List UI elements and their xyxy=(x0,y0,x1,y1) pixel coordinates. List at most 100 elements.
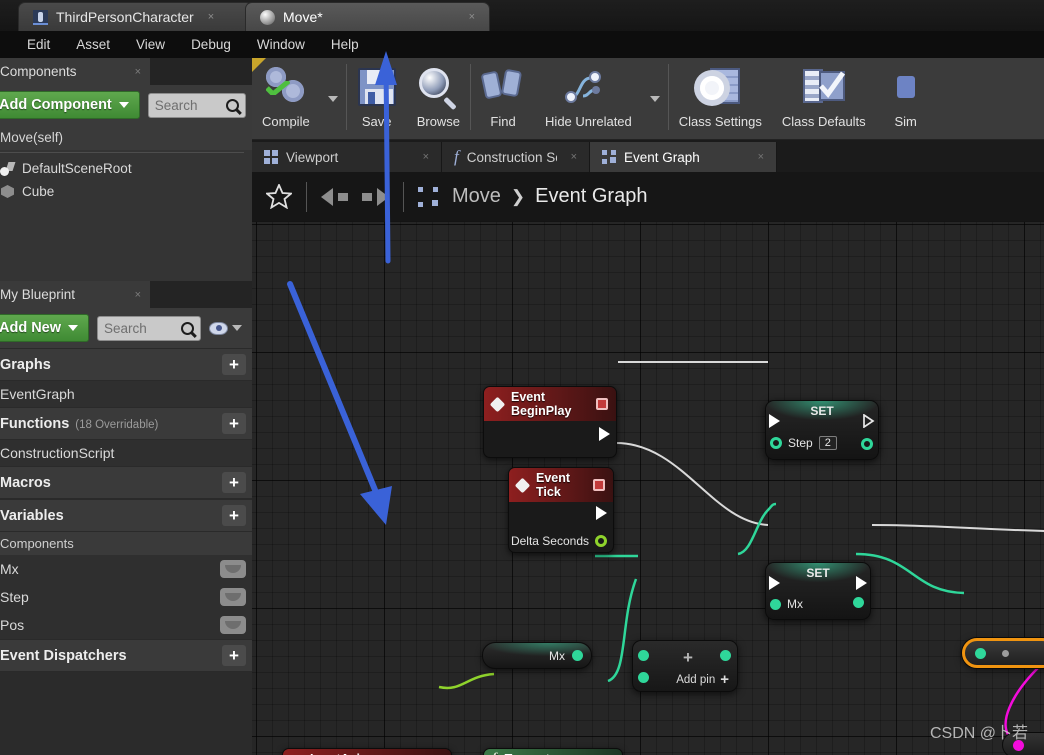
components-search-input[interactable]: Search xyxy=(147,92,246,118)
forward-button[interactable] xyxy=(362,187,389,206)
add-pin-label: Add pin xyxy=(676,673,716,686)
variable-type-pill-icon[interactable] xyxy=(220,560,246,578)
tab-construction-script[interactable]: f Construction Scrip × xyxy=(442,142,590,172)
close-icon[interactable]: × xyxy=(135,289,141,301)
list-item-variable-pos[interactable]: Pos xyxy=(0,611,252,639)
node-set-step[interactable]: SET Step 2 xyxy=(765,400,879,460)
breadcrumb-root[interactable]: Move xyxy=(452,185,501,208)
exec-out-pin[interactable] xyxy=(599,427,610,441)
node-truncate[interactable]: f Truncate A Return Value xyxy=(483,748,623,755)
myblueprint-search-input[interactable]: Search xyxy=(97,315,201,341)
input-pin[interactable] xyxy=(975,647,986,659)
close-icon[interactable]: × xyxy=(571,151,577,163)
node-header: Event BeginPlay xyxy=(484,387,616,421)
panel-tab-components[interactable]: Components × xyxy=(0,58,150,85)
back-button[interactable] xyxy=(321,187,348,206)
section-header-macros[interactable]: Macros + xyxy=(0,466,252,499)
node-set-mx[interactable]: SET Mx xyxy=(765,562,871,620)
output-pin[interactable] xyxy=(720,650,731,661)
add-component-button[interactable]: Add Component xyxy=(0,91,140,119)
out-value-pin[interactable] xyxy=(861,438,873,450)
class-defaults-button[interactable]: Class Defaults xyxy=(772,58,876,140)
menu-item-edit[interactable]: Edit xyxy=(14,34,63,55)
menu-item-asset[interactable]: Asset xyxy=(63,34,123,55)
exec-out-pin[interactable] xyxy=(596,506,607,520)
components-self-row[interactable]: Move(self) xyxy=(0,125,252,150)
node-header: InputAxis MoveForward xyxy=(283,749,451,755)
add-function-button[interactable]: + xyxy=(222,413,246,434)
breadcrumb: Move ❯ Event Graph xyxy=(252,172,1044,222)
section-header-graphs[interactable]: Graphs + xyxy=(0,348,252,381)
float-pin-icon[interactable] xyxy=(595,535,607,547)
find-button[interactable]: Find xyxy=(471,58,535,140)
add-graph-button[interactable]: + xyxy=(222,354,246,375)
node-event-beginplay[interactable]: Event BeginPlay xyxy=(483,386,617,458)
menu-item-window[interactable]: Window xyxy=(244,34,318,55)
component-item-cube[interactable]: Cube xyxy=(0,180,252,203)
window-tab-thirdpersoncharacter[interactable]: ThirdPersonCharacter × xyxy=(18,2,253,31)
star-icon[interactable] xyxy=(266,184,292,209)
menu-item-view[interactable]: View xyxy=(123,34,178,55)
section-header-event-dispatchers[interactable]: Event Dispatchers + xyxy=(0,639,252,672)
breadcrumb-current: Event Graph xyxy=(535,185,648,207)
compile-button[interactable]: Compile xyxy=(252,58,320,140)
variable-type-pill-icon[interactable] xyxy=(220,616,246,634)
out-value-pin[interactable] xyxy=(853,597,864,608)
wildcard-pin-icon[interactable] xyxy=(1002,649,1009,657)
hide-unrelated-button[interactable]: Hide Unrelated xyxy=(535,58,642,140)
list-item-variable-mx[interactable]: Mx xyxy=(0,555,252,583)
exec-in-pin[interactable] xyxy=(769,414,780,428)
section-header-variables[interactable]: Variables + xyxy=(0,499,252,532)
pin-delta-seconds[interactable]: Delta Seconds xyxy=(511,534,607,548)
blueprint-canvas[interactable]: Event BeginPlay Event Tick Delta Seconds… xyxy=(252,222,1044,755)
section-header-functions[interactable]: Functions (18 Overridable) + xyxy=(0,407,252,440)
input-pin-b[interactable] xyxy=(638,672,649,683)
panel-tab-myblueprint[interactable]: My Blueprint × xyxy=(0,281,150,308)
pin-step[interactable]: Step 2 xyxy=(770,436,837,450)
variables-subheader: Components xyxy=(0,532,252,555)
variable-type-pill-icon[interactable] xyxy=(220,588,246,606)
float-pin-icon[interactable] xyxy=(770,598,781,610)
tab-viewport[interactable]: Viewport × xyxy=(252,142,442,172)
compile-dropdown-button[interactable] xyxy=(320,58,346,140)
step-value-field[interactable]: 2 xyxy=(818,436,837,450)
hide-unrelated-dropdown-button[interactable] xyxy=(642,58,668,140)
node-add[interactable]: + Add pin + xyxy=(632,640,738,692)
close-icon[interactable]: × xyxy=(758,151,764,163)
node-variable-get-mx[interactable]: Mx xyxy=(482,642,592,669)
add-new-label: Add New xyxy=(0,320,62,336)
close-icon[interactable]: × xyxy=(135,66,141,78)
component-item-defaultsceneroot[interactable]: DefaultSceneRoot xyxy=(0,157,252,180)
int-pin-icon[interactable] xyxy=(770,437,782,449)
menu-item-debug[interactable]: Debug xyxy=(178,34,244,55)
exec-out-pin[interactable] xyxy=(856,576,867,590)
add-pin-button[interactable]: Add pin + xyxy=(676,672,729,687)
node-selected-clipped[interactable] xyxy=(962,638,1044,668)
window-tab-move[interactable]: Move* × xyxy=(245,2,490,31)
out-value-pin[interactable] xyxy=(572,650,583,661)
class-settings-button[interactable]: Class Settings xyxy=(669,58,772,140)
class-settings-icon xyxy=(700,64,741,110)
node-event-tick[interactable]: Event Tick Delta Seconds xyxy=(508,467,614,553)
browse-button[interactable]: Browse xyxy=(407,58,470,140)
close-icon[interactable]: × xyxy=(469,11,475,23)
add-variable-button[interactable]: + xyxy=(222,505,246,526)
tab-event-graph[interactable]: Event Graph × xyxy=(590,142,777,172)
visibility-filter-button[interactable] xyxy=(209,321,246,335)
close-icon[interactable]: × xyxy=(208,11,214,23)
list-item-eventgraph[interactable]: EventGraph xyxy=(0,381,252,407)
pin-mx[interactable]: Mx xyxy=(770,597,803,611)
close-icon[interactable]: × xyxy=(423,151,429,163)
add-new-button[interactable]: Add New xyxy=(0,314,90,342)
simulation-button[interactable]: Sim xyxy=(876,58,936,140)
menu-item-help[interactable]: Help xyxy=(318,34,372,55)
save-button[interactable]: Save xyxy=(347,58,407,140)
add-macro-button[interactable]: + xyxy=(222,472,246,493)
list-item-constructionscript[interactable]: ConstructionScript xyxy=(0,440,252,466)
list-item-variable-step[interactable]: Step xyxy=(0,583,252,611)
exec-in-pin[interactable] xyxy=(769,576,780,590)
exec-out-pin[interactable] xyxy=(863,414,875,428)
input-pin-a[interactable] xyxy=(638,650,649,661)
add-event-dispatcher-button[interactable]: + xyxy=(222,645,246,666)
node-inputaxis-moveforward[interactable]: InputAxis MoveForward Axis Value xyxy=(282,748,452,755)
